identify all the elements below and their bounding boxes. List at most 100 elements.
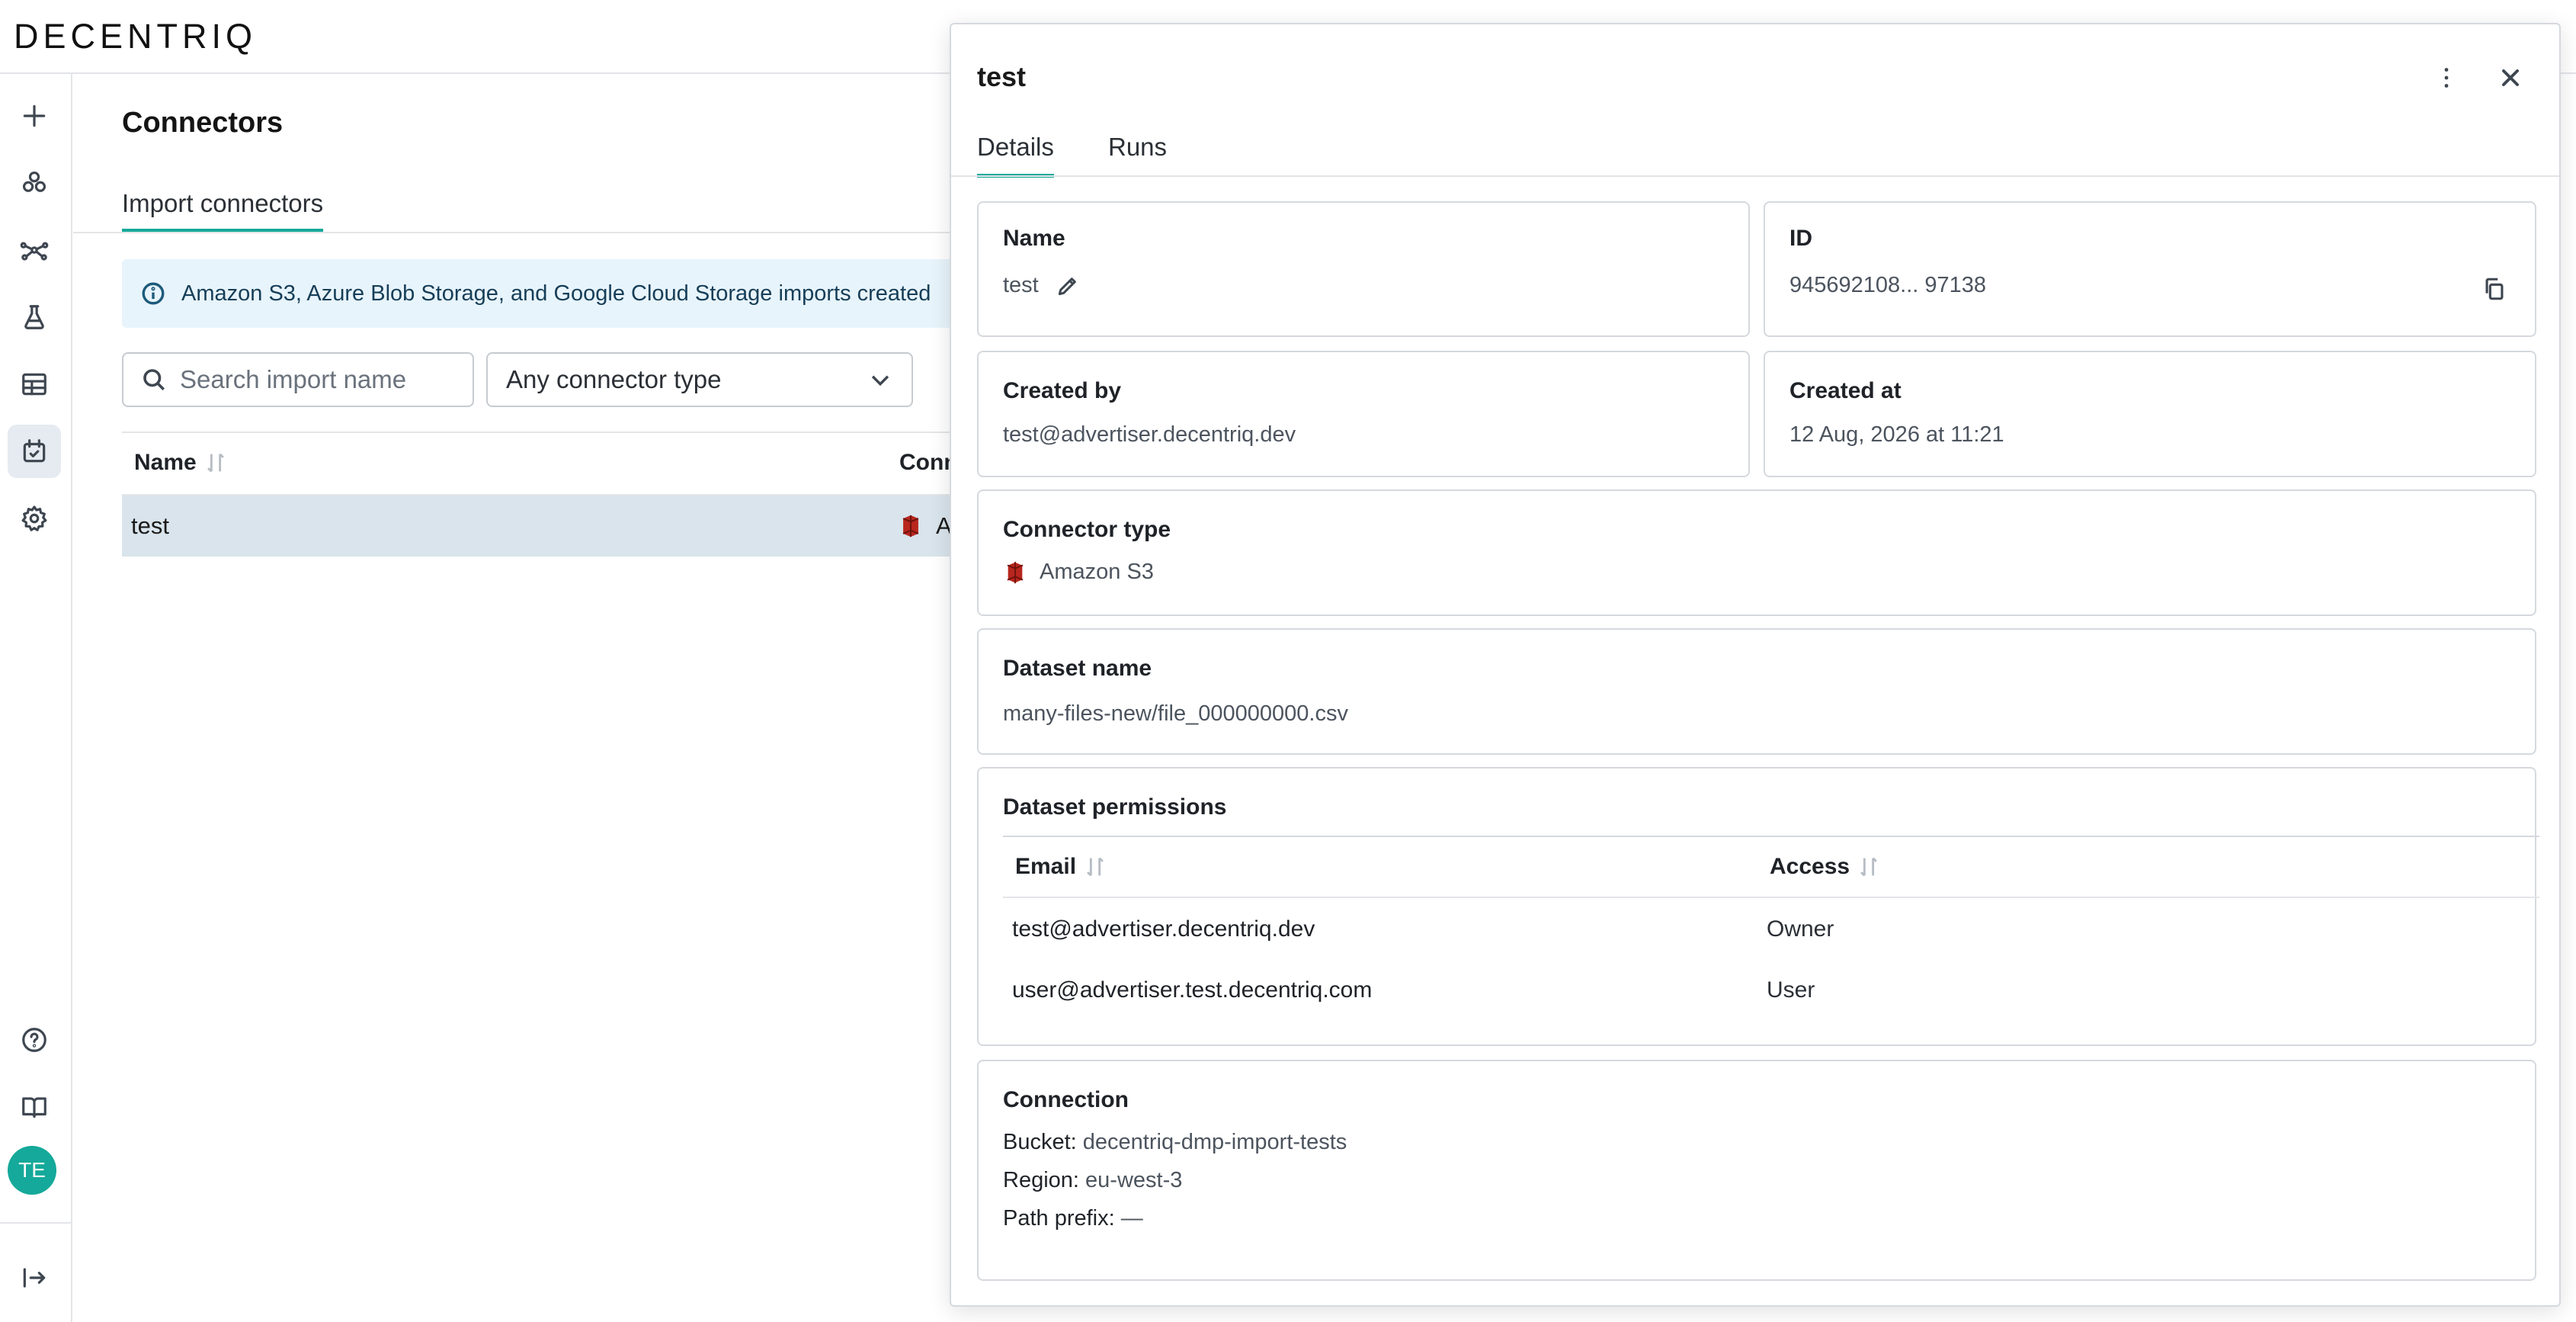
- rail-item-datasets[interactable]: [8, 358, 61, 411]
- sort-icon: [1860, 857, 1878, 877]
- rail-item-lab[interactable]: [8, 290, 61, 344]
- column-header-name-label: Name: [134, 450, 197, 475]
- rail-item-network[interactable]: [8, 223, 61, 277]
- details-drawer: test Details Runs Name test ID 945692108…: [950, 23, 2561, 1307]
- created-at-card: Created at 12 Aug, 2026 at 11:21: [1764, 351, 2536, 477]
- plus-icon: [23, 104, 46, 127]
- connector-type-label: Connector type: [1003, 517, 1171, 542]
- dataset-name-card: Dataset name many-files-new/file_0000000…: [977, 628, 2536, 755]
- copy-icon: [2485, 278, 2504, 300]
- prefix-label: Path prefix:: [1003, 1206, 1115, 1231]
- name-value: test: [1003, 273, 1039, 297]
- connectors-icon: [23, 439, 46, 463]
- connection-label: Connection: [1003, 1087, 1129, 1112]
- left-rail: TE: [0, 74, 72, 1322]
- info-banner: Amazon S3, Azure Blob Storage, and Googl…: [122, 259, 960, 328]
- created-by-value: test@advertiser.decentriq.dev: [1003, 422, 1296, 447]
- id-value: 945692108... 97138: [1789, 273, 1987, 297]
- network-icon: [20, 242, 49, 261]
- flask-icon: [24, 305, 44, 329]
- dataset-name-value: many-files-new/file_000000000.csv: [1003, 701, 1348, 726]
- chevron-down-icon: [871, 375, 889, 387]
- info-icon: [142, 282, 165, 305]
- rail-divider: [0, 1222, 72, 1224]
- name-value-row: test: [1003, 273, 1080, 298]
- tab-divider: [73, 232, 950, 233]
- table-icon: [22, 373, 46, 396]
- sort-icon: [1087, 857, 1104, 877]
- connection-path-prefix: Path prefix: —: [1003, 1206, 1143, 1231]
- tab-runs[interactable]: Runs: [1108, 133, 1167, 174]
- connection-region: Region: eu-west-3: [1003, 1168, 1182, 1193]
- permissions-table-header: Email Access: [1003, 836, 2539, 898]
- name-card: Name test: [977, 201, 1750, 337]
- copy-button[interactable]: [2481, 276, 2509, 303]
- permission-email: user@advertiser.test.decentriq.com: [1012, 977, 1373, 1003]
- search-field[interactable]: [122, 352, 474, 407]
- connector-type-card: Connector type Amazon S3: [977, 489, 2536, 616]
- connector-type-select[interactable]: Any connector type: [486, 352, 913, 407]
- more-vertical-icon: [2444, 68, 2449, 88]
- prefix-value: —: [1120, 1206, 1143, 1231]
- table-row[interactable]: test@advertiser.decentriq.dev Owner: [1003, 900, 2539, 961]
- connection-bucket: Bucket: decentriq-dmp-import-tests: [1003, 1130, 1347, 1155]
- rail-item-settings[interactable]: [8, 492, 61, 545]
- column-header-access[interactable]: Access: [1770, 854, 1880, 880]
- app-logo[interactable]: DECENTRIQ: [14, 17, 257, 56]
- book-icon: [22, 1097, 46, 1118]
- table-row[interactable]: test Ar: [122, 496, 960, 557]
- dataset-permissions-card: Dataset permissions Email Access test@ad…: [977, 767, 2539, 1046]
- edit-icon[interactable]: [1056, 274, 1080, 298]
- permission-access: User: [1767, 977, 1815, 1003]
- connector-type-value-row: Amazon S3: [1003, 560, 1154, 585]
- page-title: Connectors: [122, 107, 284, 139]
- close-button[interactable]: [2494, 61, 2527, 95]
- info-banner-text: Amazon S3, Azure Blob Storage, and Googl…: [181, 281, 931, 306]
- column-header-email[interactable]: Email: [1015, 854, 1107, 880]
- collapse-icon: [23, 1268, 46, 1288]
- drawer-tab-divider: [951, 175, 2559, 177]
- rail-item-connectors[interactable]: [8, 425, 61, 478]
- help-icon: [22, 1028, 46, 1052]
- search-input[interactable]: [180, 365, 469, 394]
- region-value: eu-west-3: [1085, 1168, 1183, 1192]
- bucket-value: decentriq-dmp-import-tests: [1082, 1130, 1347, 1154]
- new-button[interactable]: [8, 89, 61, 143]
- search-icon: [143, 369, 165, 391]
- id-card: ID 945692108... 97138: [1764, 201, 2536, 337]
- collapse-button[interactable]: [8, 1251, 61, 1304]
- connector-type-value: Any connector type: [506, 365, 722, 393]
- row-name: test: [131, 512, 169, 539]
- bucket-label: Bucket:: [1003, 1130, 1077, 1154]
- column-header-email-label: Email: [1015, 854, 1077, 879]
- rail-item-clean-rooms[interactable]: [8, 156, 61, 210]
- table-row[interactable]: user@advertiser.test.decentriq.com User: [1003, 961, 2539, 1022]
- id-label: ID: [1789, 226, 1812, 251]
- dataset-name-label: Dataset name: [1003, 656, 1152, 681]
- drawer-title: test: [977, 61, 1027, 92]
- created-at-value: 12 Aug, 2026 at 11:21: [1789, 422, 2004, 447]
- avatar[interactable]: TE: [8, 1146, 56, 1195]
- more-options-button[interactable]: [2430, 61, 2463, 95]
- permission-email: test@advertiser.decentriq.dev: [1012, 916, 1315, 942]
- created-by-label: Created by: [1003, 378, 1122, 403]
- tab-import-connectors[interactable]: Import connectors: [122, 189, 324, 233]
- connector-type-value: Amazon S3: [1040, 560, 1154, 584]
- amazon-s3-icon: [1007, 561, 1024, 583]
- table-header: Name Conn: [122, 432, 960, 496]
- created-at-label: Created at: [1789, 378, 1902, 403]
- connection-card: Connection Bucket: decentriq-dmp-import-…: [977, 1060, 2536, 1281]
- dataset-permissions-label: Dataset permissions: [1003, 794, 1227, 820]
- column-header-access-label: Access: [1770, 854, 1850, 879]
- help-button[interactable]: [8, 1013, 61, 1067]
- sort-icon: [207, 453, 224, 473]
- clean-rooms-icon: [22, 171, 46, 192]
- name-label: Name: [1003, 226, 1065, 251]
- column-header-name[interactable]: Name: [134, 450, 227, 476]
- gear-icon: [21, 505, 47, 531]
- amazon-s3-icon: [902, 515, 919, 537]
- region-label: Region:: [1003, 1168, 1079, 1192]
- docs-button[interactable]: [8, 1080, 61, 1134]
- tab-details[interactable]: Details: [977, 133, 1054, 178]
- created-by-card: Created by test@advertiser.decentriq.dev: [977, 351, 1750, 477]
